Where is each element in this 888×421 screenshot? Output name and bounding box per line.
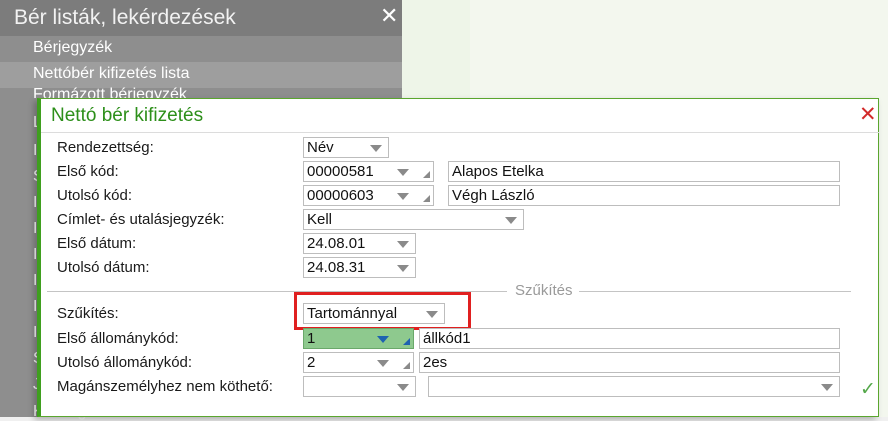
netto-ber-dialog: Nettó bér kifizetés ✕ Rendezettség: Név … (37, 98, 879, 417)
elso-allomanykod-combo[interactable]: 1 (303, 328, 414, 349)
lookup-corner-icon[interactable] (403, 362, 410, 369)
chevron-down-icon[interactable] (821, 384, 833, 391)
utolso-allomanykod-combo[interactable]: 2 (303, 352, 414, 373)
chevron-down-icon[interactable] (377, 336, 389, 343)
menu-item-berjegyzek[interactable]: Bérjegyzék (0, 36, 402, 62)
cimlet-label: Címlet- és utalásjegyzék: (57, 211, 225, 228)
chevron-down-icon[interactable] (397, 265, 409, 272)
elso-kod-combo[interactable]: 00000581 (303, 161, 434, 182)
chevron-down-icon[interactable] (370, 145, 382, 152)
maganszemely-select-2[interactable] (428, 376, 840, 397)
utolso-allomanykod-label: Utolsó állománykód: (57, 354, 193, 371)
menu-item-formazott[interactable]: Formázott bérjegyzék (0, 82, 402, 98)
utolso-kod-name: Végh László (448, 185, 840, 206)
rendezettseg-select[interactable]: Név (303, 137, 389, 158)
close-icon[interactable]: ✕ (859, 102, 877, 126)
utolso-datum-label: Utolsó dátum: (57, 259, 150, 276)
cimlet-select[interactable]: Kell (303, 209, 524, 230)
lookup-corner-icon[interactable] (423, 171, 430, 178)
utolso-kod-combo[interactable]: 00000603 (303, 185, 434, 206)
dialog-title: Nettó bér kifizetés (51, 105, 204, 126)
elso-datum-label: Első dátum: (57, 235, 137, 252)
section-divider-right (579, 291, 851, 292)
elso-allomanykod-label: Első állománykód: (57, 330, 179, 347)
elso-datum-picker[interactable]: 24.08.01 (303, 233, 416, 254)
section-label-szukites: Szűkítés (515, 282, 573, 299)
chevron-down-icon[interactable] (377, 360, 389, 367)
chevron-down-icon[interactable] (397, 384, 409, 391)
side-panel-header: Bér listák, lekérdezések ✕ (0, 0, 402, 36)
dialog-title-divider (41, 132, 879, 133)
utolso-kod-label: Utolsó kód: (57, 187, 133, 204)
elso-kod-label: Első kód: (57, 163, 119, 180)
utolso-allomanykod-name: 2es (419, 352, 840, 373)
szukites-label: Szűkítés: (57, 305, 119, 322)
side-panel-title: Bér listák, lekérdezések (14, 6, 236, 29)
maganszemely-label: Magánszemélyhez nem köthető: (57, 378, 273, 395)
lookup-corner-icon[interactable] (423, 195, 430, 202)
chevron-down-icon[interactable] (505, 217, 517, 224)
close-icon[interactable]: ✕ (380, 4, 398, 29)
elso-allomanykod-name: állkód1 (419, 328, 840, 349)
chevron-down-icon[interactable] (397, 169, 409, 176)
chevron-down-icon[interactable] (397, 241, 409, 248)
rendezettseg-label: Rendezettség: (57, 139, 154, 156)
chevron-down-icon[interactable] (397, 193, 409, 200)
maganszemely-select[interactable] (303, 376, 416, 397)
elso-kod-name: Alapos Etelka (448, 161, 840, 182)
utolso-datum-picker[interactable]: 24.08.31 (303, 257, 416, 278)
highlight-box (294, 292, 471, 330)
lookup-corner-icon[interactable] (403, 338, 410, 345)
checkmark-icon[interactable]: ✓ (860, 378, 876, 400)
